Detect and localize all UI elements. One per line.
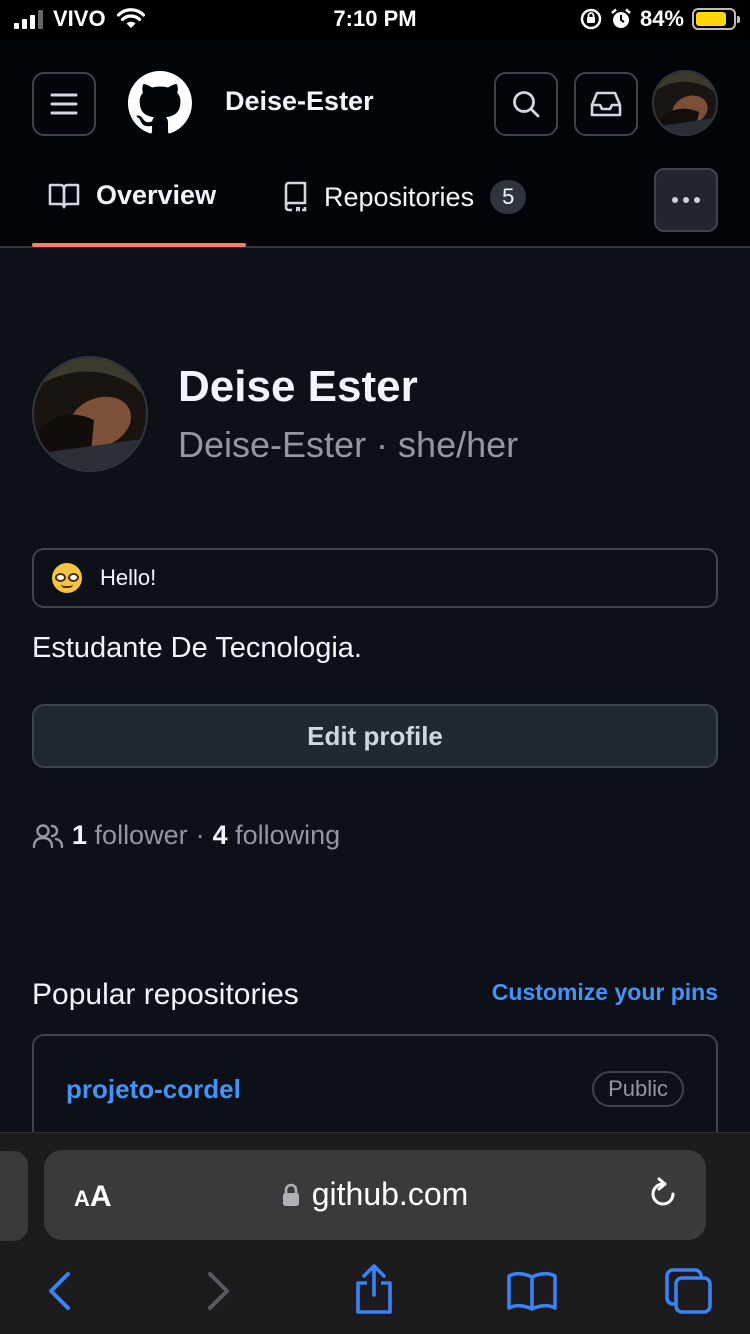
forward-arrow-icon[interactable] [204,1271,234,1311]
status-right: 84% [580,6,740,32]
book-icon [48,183,80,208]
active-tab-indicator [32,243,246,247]
nerd-face-emoji-icon [52,563,82,593]
search-icon [513,91,540,118]
battery-fill [696,12,727,26]
battery-percent: 84% [639,6,684,31]
profile-full-name: Deise Ester [178,362,418,411]
more-options-button[interactable] [654,168,718,232]
address-bar[interactable]: AA github.com [44,1150,706,1240]
hamburger-icon [50,93,78,115]
avatar-photo [34,358,146,470]
repo-icon [284,181,307,212]
avatar-photo [654,72,716,134]
repositories-count-badge: 5 [490,180,527,214]
share-icon[interactable] [352,1263,396,1315]
tabs-icon[interactable] [664,1267,714,1315]
followers-count: 1 [72,820,88,850]
people-icon [32,823,64,848]
user-avatar[interactable] [652,70,718,136]
search-button[interactable] [494,72,558,136]
battery-icon [692,8,740,30]
followers-link[interactable]: 1 follower [72,820,188,851]
back-arrow-icon[interactable] [44,1271,74,1311]
repo-visibility-badge: Public [592,1071,684,1107]
tab-repositories[interactable]: Repositories 5 [282,180,527,214]
status-bar: VIVO 7:10 PM 84% [0,0,750,40]
profile-bio: Estudante De Tecnologia. [32,632,362,664]
reload-icon[interactable] [646,1176,680,1212]
tab-overview[interactable]: Overview [48,180,216,211]
tab-overview-label: Overview [96,180,217,210]
follow-stats: 1 follower · 4 following [32,820,340,851]
browser-bottom-bar: AA github.com [0,1132,750,1334]
kebab-dot [694,197,700,203]
edit-profile-button[interactable]: Edit profile [32,704,718,768]
previous-tab-peek[interactable] [0,1151,28,1241]
orientation-lock-icon [580,8,602,30]
inbox-icon [590,91,622,117]
header-username[interactable]: Deise-Ester [225,86,374,117]
url-display[interactable]: github.com [44,1176,706,1213]
repo-name-link[interactable]: projeto-cordel [66,1074,241,1105]
followers-label: follower [94,820,188,850]
following-count: 4 [212,820,228,850]
bookmarks-icon[interactable] [506,1271,558,1311]
following-label: following [235,820,341,850]
tab-repositories-label: Repositories [324,181,475,212]
user-status[interactable]: Hello! [32,548,718,608]
app-header: Deise-Ester Overview Repositories 5 [0,40,750,248]
url-text: github.com [311,1176,469,1212]
github-logo-icon[interactable] [128,71,192,135]
following-link[interactable]: 4 following [213,820,341,851]
lock-icon [282,1183,299,1206]
status-text: Hello! [100,565,157,590]
customize-pins-link[interactable]: Customize your pins [492,979,718,1006]
menu-button[interactable] [32,72,96,136]
kebab-dot [683,197,689,203]
profile-avatar[interactable] [32,356,148,472]
kebab-dot [672,197,678,203]
popular-repositories-heading: Popular repositories [32,978,299,1011]
follow-separator: · [195,820,205,850]
inbox-button[interactable] [574,72,638,136]
profile-handle-pronouns: Deise-Ester · she/her [178,424,519,465]
alarm-icon [611,8,631,28]
